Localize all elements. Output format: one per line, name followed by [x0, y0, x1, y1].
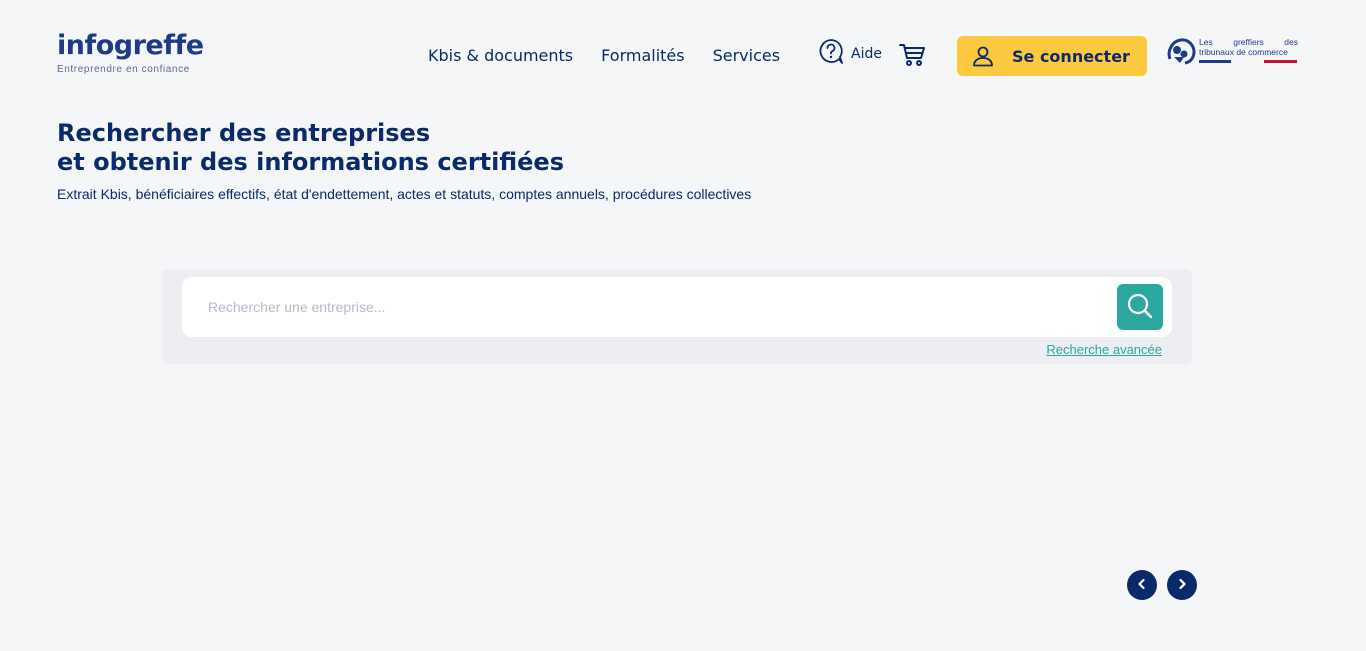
greffiers-blue-bar — [1199, 60, 1231, 63]
login-label: Se connecter — [1012, 46, 1130, 66]
hero-title-line2: et obtenir des informations certifiées — [57, 148, 564, 176]
logo-wordmark: infogreffe — [57, 30, 204, 61]
hero-subtitle: Extrait Kbis, bénéficiaires effectifs, é… — [57, 186, 752, 202]
greffiers-emblem-icon — [1167, 38, 1196, 65]
hero-title-line1: Rechercher des entreprises — [57, 119, 431, 147]
chevron-left-icon — [1136, 578, 1148, 593]
help-link[interactable]: Aide — [818, 38, 882, 70]
search-input[interactable] — [208, 291, 1088, 323]
search-field — [182, 277, 1172, 337]
help-label: Aide — [851, 46, 882, 62]
nav-services[interactable]: Services — [713, 44, 780, 68]
greffiers-les: Les — [1199, 37, 1213, 47]
greffiers-text: Les greffiers des tribunaux de commerce — [1199, 37, 1298, 57]
greffiers-des: des — [1284, 37, 1298, 47]
nav-formalites[interactable]: Formalités — [601, 44, 684, 68]
nav-kbis-documents[interactable]: Kbis & documents — [428, 44, 573, 68]
search-button[interactable] — [1117, 284, 1163, 330]
carousel-next-button[interactable] — [1167, 570, 1197, 600]
help-question-icon — [818, 38, 844, 70]
search-panel: Recherche avancée — [162, 269, 1192, 364]
cart-button[interactable] — [898, 40, 926, 73]
greffiers-greffiers: greffiers — [1233, 37, 1264, 47]
greffiers-red-bar — [1264, 60, 1297, 63]
hero-title: Rechercher des entreprises et obtenir de… — [57, 119, 564, 177]
carousel-prev-button[interactable] — [1127, 570, 1157, 600]
chevron-right-icon — [1176, 578, 1188, 593]
user-icon — [972, 45, 994, 67]
main-nav: Kbis & documents Formalités Services — [428, 44, 808, 68]
search-icon — [1126, 292, 1154, 323]
advanced-search-link[interactable]: Recherche avancée — [1046, 342, 1162, 357]
infogreffe-logo[interactable]: infogreffe Entreprendre en confiance — [57, 30, 204, 75]
site-header: infogreffe Entreprendre en confiance Kbi… — [0, 0, 1366, 100]
logo-tagline: Entreprendre en confiance — [57, 64, 190, 75]
login-button[interactable]: Se connecter — [957, 36, 1147, 76]
greffiers-logo[interactable]: Les greffiers des tribunaux de commerce — [1166, 37, 1298, 67]
greffiers-line2: tribunaux de commerce — [1199, 47, 1288, 57]
cart-icon — [898, 44, 926, 72]
